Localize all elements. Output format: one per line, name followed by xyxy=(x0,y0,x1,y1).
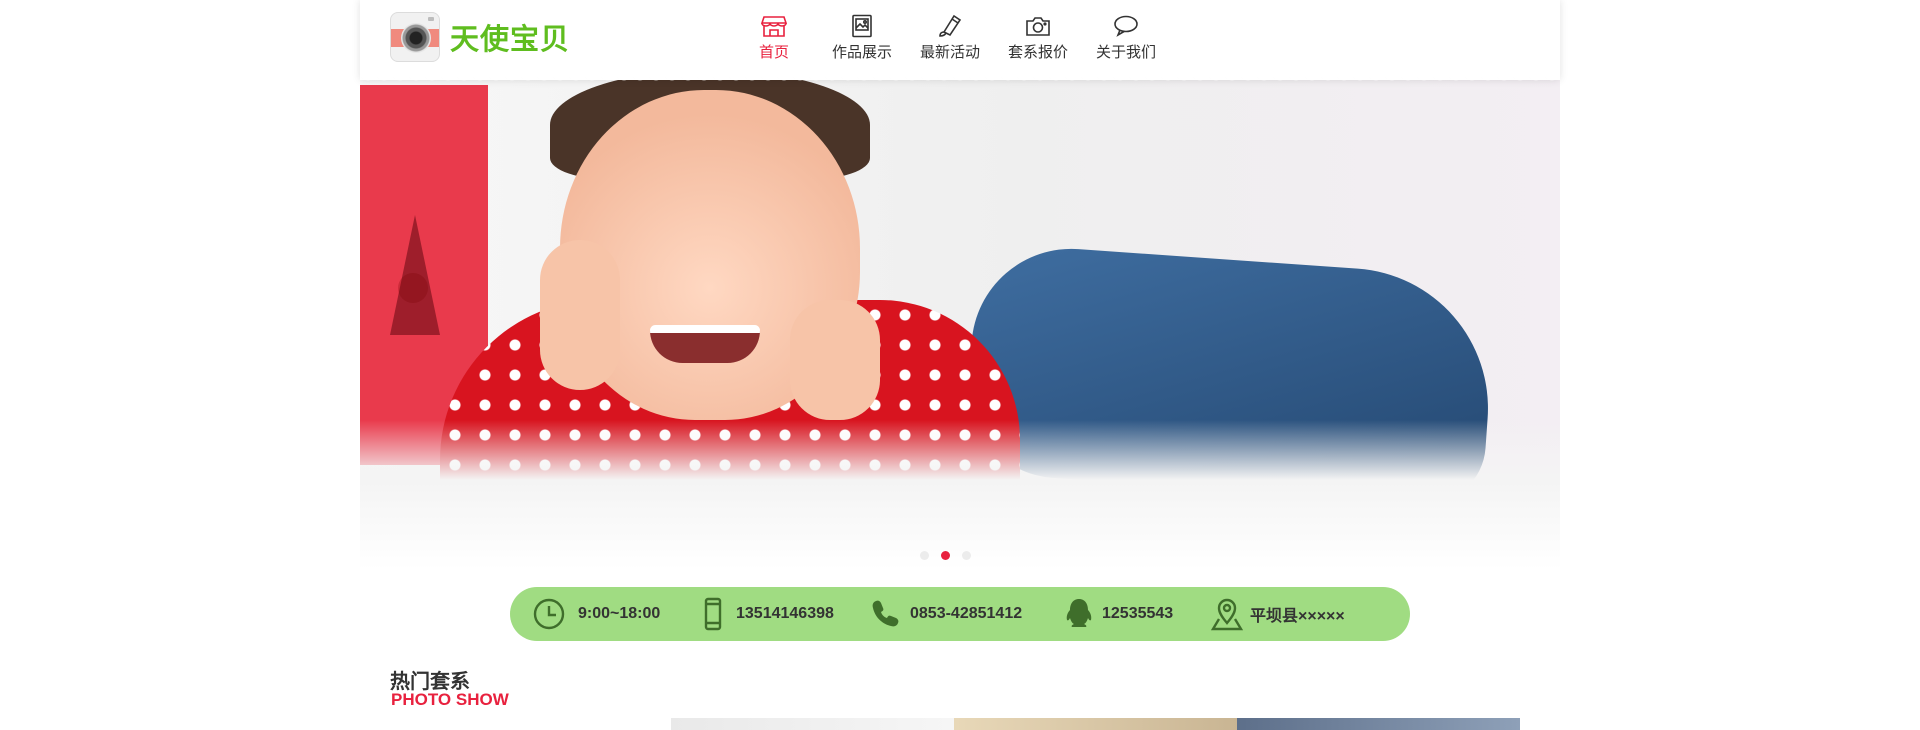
info-hours: 9:00~18:00 xyxy=(532,587,660,641)
page: 天使宝贝 首页 作品展示 最新活动 套系报价 关于我们 9:00~18:00 1… xyxy=(0,0,1920,730)
brand-name: 天使宝贝 xyxy=(450,22,571,56)
main-nav: 首页 作品展示 最新活动 套系报价 关于我们 xyxy=(730,14,1170,62)
slider-dot[interactable] xyxy=(920,551,929,560)
nav-label: 首页 xyxy=(758,43,789,61)
mobile-phone-icon xyxy=(704,597,722,631)
info-address[interactable]: 平坝县××××× xyxy=(1210,587,1345,641)
clock-icon xyxy=(533,598,565,630)
nav-label: 关于我们 xyxy=(1095,43,1156,61)
nav-item-packages[interactable]: 套系报价 xyxy=(994,14,1082,62)
banner-hand-right xyxy=(790,300,880,420)
section-subtitle: PHOTO SHOW xyxy=(391,690,509,709)
thumbnail[interactable] xyxy=(671,718,954,730)
store-icon xyxy=(761,16,787,37)
address-text: 平坝县××××× xyxy=(1250,608,1345,625)
map-pin-icon xyxy=(1210,598,1244,631)
picture-icon xyxy=(852,14,872,38)
photo-show-thumbnails xyxy=(671,718,1520,730)
nav-item-events[interactable]: 最新活动 xyxy=(906,14,994,62)
header-scallop-border xyxy=(360,72,1560,86)
info-qq[interactable]: 12535543 xyxy=(1062,587,1173,641)
banner-hand-left xyxy=(540,240,620,390)
nav-item-about[interactable]: 关于我们 xyxy=(1082,14,1170,62)
nav-label: 作品展示 xyxy=(831,43,892,61)
phone-text: 0853-42851412 xyxy=(910,605,1023,622)
chat-bubble-icon xyxy=(1114,15,1138,37)
brush-icon xyxy=(939,14,962,37)
hours-text: 9:00~18:00 xyxy=(578,605,661,622)
slider-prev-button[interactable] xyxy=(398,273,428,303)
thumbnail[interactable] xyxy=(954,718,1237,730)
qq-penguin-icon xyxy=(1066,599,1092,627)
nav-label: 最新活动 xyxy=(919,43,980,61)
banner-fur-rug xyxy=(360,420,1560,570)
site-logo[interactable]: 天使宝贝 xyxy=(390,12,570,62)
site-header: 天使宝贝 首页 作品展示 最新活动 套系报价 关于我们 xyxy=(360,0,1560,80)
mobile-text: 13514146398 xyxy=(736,605,834,622)
info-phone[interactable]: 0853-42851412 xyxy=(868,587,1022,641)
slider-dot[interactable] xyxy=(962,551,971,560)
slider-dots xyxy=(920,551,983,560)
nav-item-works[interactable]: 作品展示 xyxy=(818,14,906,62)
camera-icon xyxy=(1026,17,1050,36)
hero-banner[interactable] xyxy=(360,60,1560,570)
telephone-icon xyxy=(872,600,899,627)
camera-logo-icon xyxy=(390,12,440,62)
slider-dot-active[interactable] xyxy=(941,551,950,560)
qq-text: 12535543 xyxy=(1102,605,1174,622)
contact-info-bar: 9:00~18:00 13514146398 0853-42851412 125… xyxy=(510,587,1410,641)
nav-item-home[interactable]: 首页 xyxy=(730,14,818,62)
nav-label: 套系报价 xyxy=(1007,43,1068,61)
thumbnail[interactable] xyxy=(1237,718,1520,730)
banner-mouth xyxy=(650,325,760,363)
info-mobile[interactable]: 13514146398 xyxy=(696,587,834,641)
